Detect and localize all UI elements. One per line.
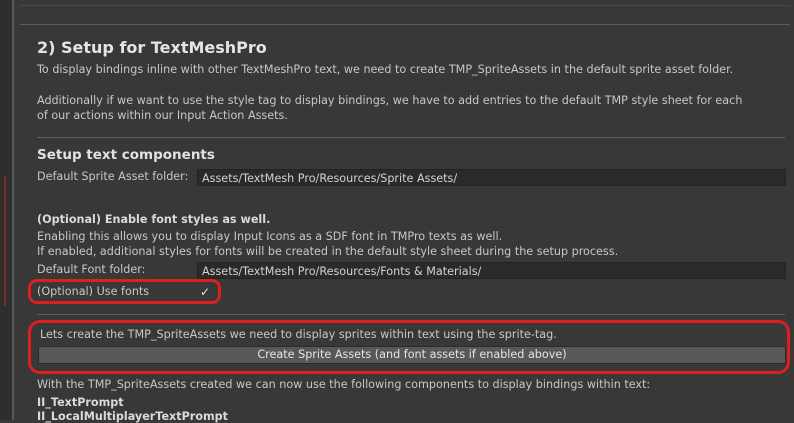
section-title: 2) Setup for TextMeshPro xyxy=(37,38,267,57)
annotation-highlight-use-fonts xyxy=(28,279,221,304)
style-text-line1: Additionally if we want to use the style… xyxy=(37,94,743,107)
intro-text: To display bindings inline with other Te… xyxy=(37,63,734,76)
components-intro: With the TMP_SpriteAssets created we can… xyxy=(37,378,651,391)
font-folder-label: Default Font folder: xyxy=(37,263,146,276)
selection-marker xyxy=(4,176,6,306)
font-styles-heading: (Optional) Enable font styles as well. xyxy=(37,213,271,226)
style-text-line2: of our actions within our Input Action A… xyxy=(37,109,288,122)
section-divider xyxy=(37,137,785,138)
sprite-folder-label: Default Sprite Asset folder: xyxy=(37,170,189,183)
editor-left-edge xyxy=(0,0,12,420)
top-divider xyxy=(20,24,790,25)
font-styles-desc1: Enabling this allows you to display Inpu… xyxy=(37,230,503,243)
font-folder-field[interactable]: Assets/TextMesh Pro/Resources/Fonts & Ma… xyxy=(197,262,786,279)
component-item-text-prompt: II_TextPrompt xyxy=(37,396,124,409)
top-divider-upper xyxy=(20,5,790,6)
editor-left-border xyxy=(12,0,14,420)
create-divider xyxy=(37,314,785,315)
annotation-highlight-create-button xyxy=(28,320,790,374)
component-item-local-multiplayer-text-prompt: II_LocalMultiplayerTextPrompt xyxy=(37,410,229,423)
sprite-folder-field[interactable]: Assets/TextMesh Pro/Resources/Sprite Ass… xyxy=(197,169,786,186)
components-heading: Setup text components xyxy=(37,147,215,163)
font-styles-desc2: If enabled, additional styles for fonts … xyxy=(37,245,619,258)
